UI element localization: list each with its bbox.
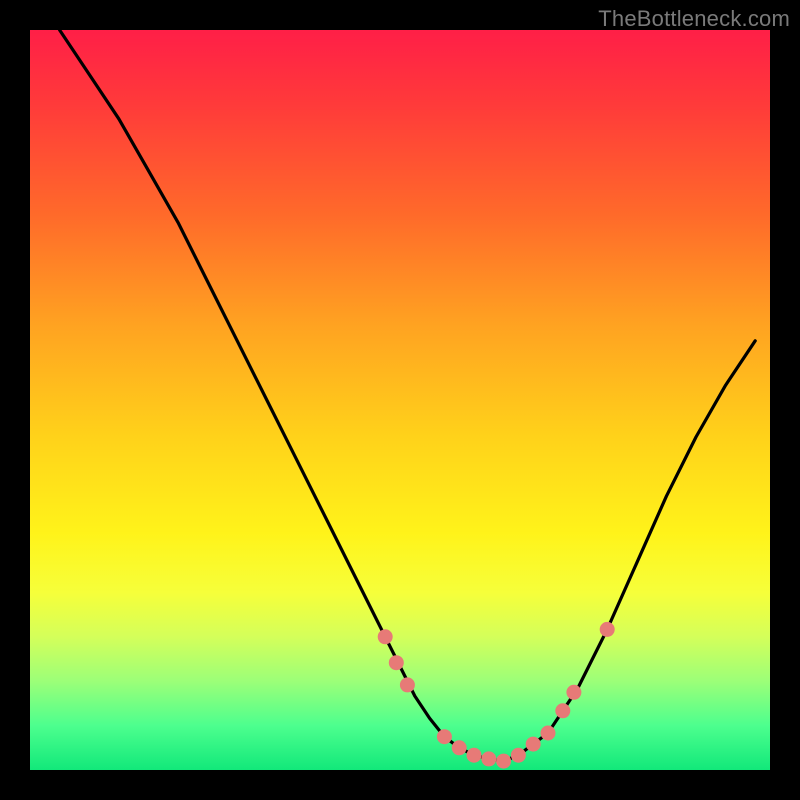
data-point [556, 704, 570, 718]
data-point [437, 730, 451, 744]
data-point [467, 748, 481, 762]
data-point [482, 752, 496, 766]
bottleneck-curve [60, 30, 756, 761]
data-point [378, 630, 392, 644]
data-point [400, 678, 414, 692]
data-point [389, 656, 403, 670]
chart-container: TheBottleneck.com [0, 0, 800, 800]
data-point [497, 754, 511, 768]
data-point [526, 737, 540, 751]
data-point [452, 741, 466, 755]
data-point [600, 622, 614, 636]
chart-overlay-svg [30, 30, 770, 770]
data-point [541, 726, 555, 740]
data-point [567, 685, 581, 699]
data-point [511, 748, 525, 762]
watermark-text: TheBottleneck.com [598, 6, 790, 32]
